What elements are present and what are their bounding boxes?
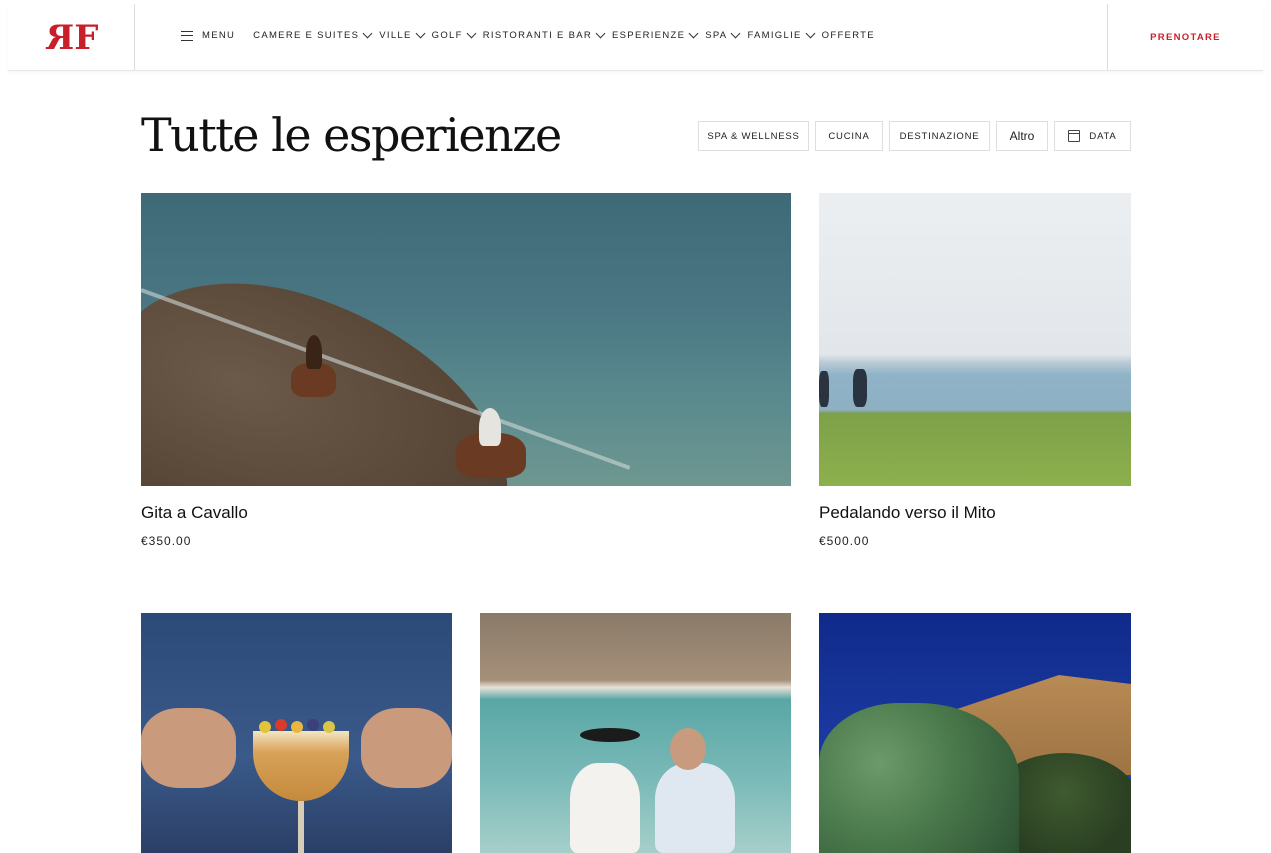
person-shape <box>655 763 735 853</box>
nav-item-label: GOLF <box>431 30 463 41</box>
chevron-down-icon <box>805 28 816 39</box>
card-image-horse-riding[interactable] <box>141 193 791 486</box>
card-title[interactable]: Gita a Cavallo <box>141 503 248 523</box>
nav-item-ville[interactable]: VILLE <box>379 28 426 41</box>
menu-button[interactable]: MENU <box>181 30 235 41</box>
filter-altro[interactable]: Altro <box>996 121 1048 151</box>
calendar-icon <box>1068 130 1081 142</box>
hand-shape <box>141 708 236 788</box>
nav-item-label: CAMERE E SUITES <box>253 30 360 41</box>
nav-item-label: RISTORANTI E BAR <box>482 30 593 41</box>
book-container: PRENOTARE <box>1107 4 1263 70</box>
nav-item-label: VILLE <box>379 30 412 41</box>
chevron-down-icon <box>730 28 741 39</box>
nav-item-spa[interactable]: SPA <box>705 28 741 41</box>
fruit-shape <box>259 721 271 733</box>
book-button[interactable]: PRENOTARE <box>1150 32 1221 43</box>
nav-item-esperienze[interactable]: ESPERIENZE <box>612 28 699 41</box>
nav-item-label: FAMIGLIE <box>747 30 802 41</box>
card-price: €500.00 <box>819 534 870 548</box>
hand-shape <box>361 708 452 788</box>
card-image-cycling[interactable] <box>819 193 1131 486</box>
chevron-down-icon <box>595 28 606 39</box>
filter-bar: SPA & WELLNESS CUCINA DESTINAZIONE Altro… <box>698 121 1131 151</box>
nav-item-label: SPA <box>705 30 728 41</box>
fruit-shape <box>275 719 287 731</box>
cyclist-shape <box>853 369 867 407</box>
cocktail-glass <box>253 731 349 801</box>
brand-logo[interactable]: RF <box>52 18 98 58</box>
fruit-shape <box>323 721 335 733</box>
filter-destinazione[interactable]: DESTINAZIONE <box>889 121 990 151</box>
site-header: RF MENU CAMERE E SUITES VILLE GOLF RISTO… <box>8 4 1263 71</box>
card-price: €350.00 <box>141 534 192 548</box>
grass-shape <box>819 413 1131 486</box>
main-nav: MENU CAMERE E SUITES VILLE GOLF RISTORAN… <box>181 28 883 41</box>
page-title: Tutte le esperienze <box>141 108 562 162</box>
filter-date-label: DATA <box>1089 130 1117 142</box>
logo-container[interactable]: RF <box>8 4 135 70</box>
nav-item-golf[interactable]: GOLF <box>431 28 477 41</box>
hamburger-icon <box>181 30 193 41</box>
rider-shape <box>479 408 501 446</box>
filter-date[interactable]: DATA <box>1054 121 1131 151</box>
nav-item-label: ESPERIENZE <box>612 30 686 41</box>
fruit-shape <box>291 721 303 733</box>
nav-item-label: OFFERTE <box>821 30 875 41</box>
filter-spa-wellness[interactable]: SPA & WELLNESS <box>698 121 809 151</box>
filter-cucina[interactable]: CUCINA <box>815 121 883 151</box>
person-shape <box>570 763 640 853</box>
menu-label: MENU <box>202 30 236 41</box>
chevron-down-icon <box>415 28 426 39</box>
chevron-down-icon <box>466 28 477 39</box>
nav-item-offerte[interactable]: OFFERTE <box>822 30 875 41</box>
nav-item-famiglie[interactable]: FAMIGLIE <box>747 28 816 41</box>
card-image-cocktail[interactable] <box>141 613 452 853</box>
cactus-shape <box>819 703 1019 853</box>
hat-shape <box>580 728 640 742</box>
nav-item-camere-e-suites[interactable]: CAMERE E SUITES <box>253 28 373 41</box>
chevron-down-icon <box>362 28 373 39</box>
card-title[interactable]: Pedalando verso il Mito <box>819 503 996 523</box>
fruit-shape <box>307 719 319 731</box>
rider-shape <box>306 335 322 369</box>
cyclist-shape <box>819 371 829 407</box>
head-shape <box>670 728 706 770</box>
nav-item-ristoranti-e-bar[interactable]: RISTORANTI E BAR <box>482 28 606 41</box>
card-image-couple[interactable] <box>480 613 791 853</box>
glass-stem <box>298 801 304 853</box>
chevron-down-icon <box>688 28 699 39</box>
card-image-temple[interactable] <box>819 613 1131 853</box>
